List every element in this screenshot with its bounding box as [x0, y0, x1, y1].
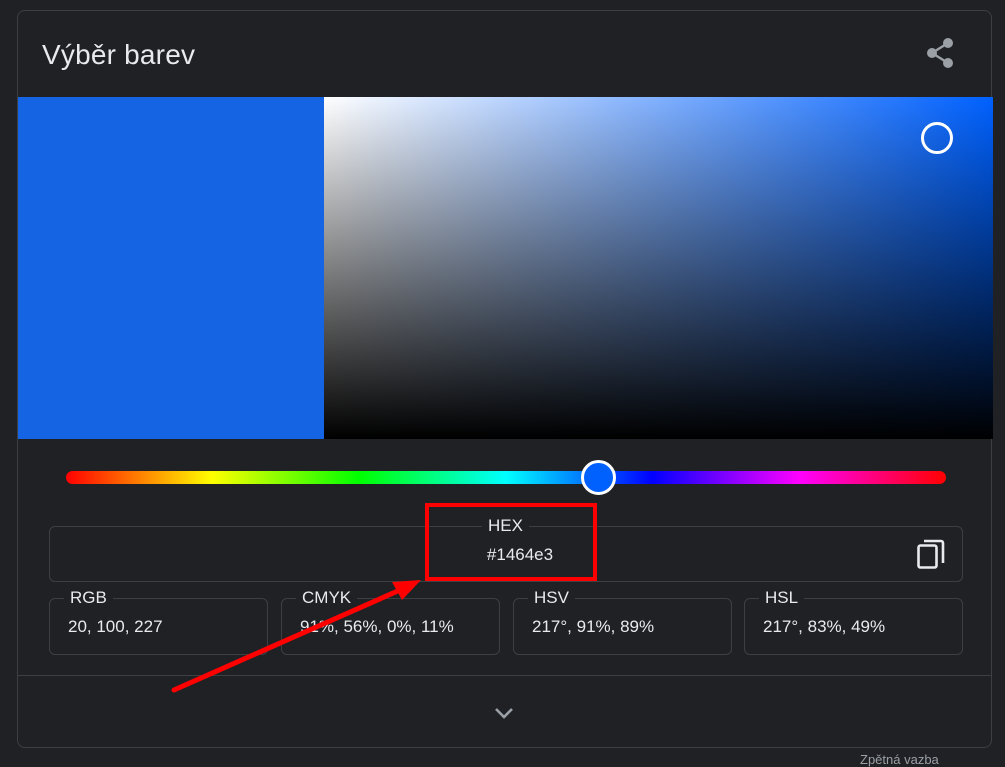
hsl-label: HSL: [759, 588, 805, 608]
saturation-value-handle[interactable]: [921, 122, 953, 154]
cmyk-input[interactable]: [300, 617, 490, 637]
hue-slider-handle[interactable]: [581, 460, 616, 495]
color-preview-swatch: [18, 97, 324, 439]
hsv-label: HSV: [528, 588, 575, 608]
saturation-value-panel[interactable]: [324, 97, 993, 439]
cmyk-field[interactable]: CMYK: [281, 588, 500, 655]
hsl-field[interactable]: HSL: [744, 588, 963, 655]
widget-title: Výběr barev: [42, 39, 196, 70]
divider: [18, 675, 991, 676]
hex-input[interactable]: [470, 545, 570, 565]
hsl-input[interactable]: [763, 617, 953, 637]
copy-icon: [917, 539, 945, 569]
copy-button[interactable]: [913, 537, 949, 573]
hsv-input[interactable]: [532, 617, 722, 637]
cmyk-label: CMYK: [296, 588, 358, 608]
feedback-link[interactable]: Zpětná vazba: [860, 752, 939, 767]
expand-button[interactable]: [484, 697, 524, 729]
rgb-field[interactable]: RGB: [49, 588, 268, 655]
share-icon: [927, 38, 953, 68]
hex-label: HEX: [482, 516, 529, 536]
rgb-label: RGB: [64, 588, 113, 608]
hex-field[interactable]: HEX: [49, 516, 963, 582]
hsv-field[interactable]: HSV: [513, 588, 732, 655]
rgb-input[interactable]: [68, 617, 258, 637]
share-button[interactable]: [918, 33, 962, 73]
chevron-down-icon: [495, 708, 513, 719]
hue-slider[interactable]: [66, 471, 946, 484]
color-picker-card: Výběr barev HEX RGB CMYK: [17, 10, 993, 748]
